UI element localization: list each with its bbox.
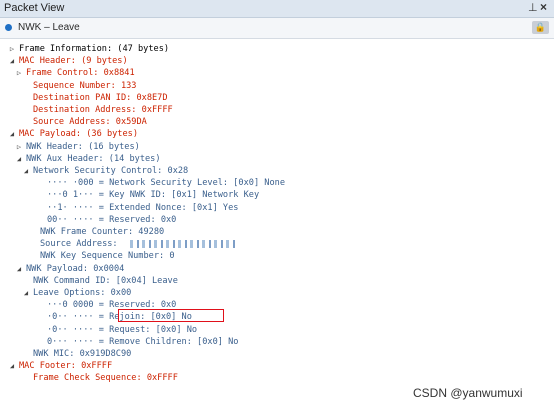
lock-icon[interactable]: 🔒	[532, 21, 549, 34]
tree-row-text: 00·· ···· = Reserved: 0x0	[47, 214, 177, 225]
collapse-arrow-icon[interactable]: ◢	[8, 360, 16, 372]
expand-arrow-icon[interactable]: ▷	[8, 43, 16, 55]
tree-row-text: NWK Frame Counter: 49280	[40, 227, 165, 237]
collapse-arrow-icon[interactable]: ◢	[22, 165, 30, 177]
tree-row-text: NWK Command ID: [0x04] Leave	[33, 275, 178, 286]
close-icon[interactable]: ×	[540, 0, 547, 14]
tree-row-text: Destination Address: 0xFFFF	[33, 105, 173, 115]
panel-title: Packet View	[4, 2, 65, 14]
tree-row-text: MAC Header: (9 bytes)	[19, 56, 128, 67]
tree-row-text: ·0·· ···· = Request: [0x0] No	[47, 324, 198, 335]
tree-row-text: Frame Information: (47 bytes)	[19, 44, 170, 54]
status-dot-icon	[5, 24, 12, 31]
tree-row-text: Source Address:	[40, 239, 123, 250]
collapse-arrow-icon[interactable]: ◢	[8, 128, 16, 140]
tree-row-text: NWK Header: (16 bytes)	[26, 141, 140, 152]
tree-row-text: ··1· ···· = Extended Nonce: [0x1] Yes	[47, 202, 239, 213]
tree-row-text: ···· ·000 = Network Security Level: [0x0…	[47, 178, 285, 189]
tree-row-text: MAC Footer: 0xFFFF	[19, 361, 113, 372]
tree-row-text: Sequence Number: 133	[33, 80, 137, 91]
watermark-text: CSDN @yanwumuxi	[413, 386, 523, 400]
expand-arrow-icon[interactable]: ▷	[15, 67, 23, 79]
tree-row-text: Frame Check Sequence: 0xFFFF	[33, 373, 178, 384]
tree-row-text: NWK MIC: 0x919D8C90	[33, 349, 132, 359]
tree-row-text: Destination PAN ID: 0x8E7D	[33, 92, 168, 103]
panel-titlebar: Packet View ⊥ ×	[0, 0, 554, 18]
packet-tab[interactable]: NWK – Leave 🔒	[0, 18, 554, 39]
expand-arrow-icon[interactable]: ▷	[15, 141, 23, 153]
tree-row-text: Network Security Control: 0x28	[33, 166, 189, 176]
redacted-address	[130, 240, 235, 249]
tree-row-text: ···0 1··· = Key NWK ID: [0x1] Network Ke…	[47, 190, 260, 201]
tab-label: NWK – Leave	[18, 22, 80, 33]
collapse-arrow-icon[interactable]: ◢	[15, 153, 23, 165]
rejoin-highlight-box	[118, 309, 224, 322]
tree-row-text: Frame Control: 0x8841	[26, 68, 135, 79]
pin-icon[interactable]: ⊥	[528, 1, 538, 14]
tree-row-text: NWK Aux Header: (14 bytes)	[26, 153, 161, 164]
tree-row-text: Source Address: 0x59DA	[33, 117, 147, 128]
collapse-arrow-icon[interactable]: ◢	[22, 287, 30, 299]
collapse-arrow-icon[interactable]: ◢	[15, 263, 23, 275]
tree-row-text: 0··· ···· = Remove Children: [0x0] No	[47, 336, 239, 347]
tree-row-text: NWK Payload: 0x0004	[26, 263, 125, 274]
tree-row-text: MAC Payload: (36 bytes)	[19, 129, 138, 140]
tree-row-text: Leave Options: 0x00	[33, 288, 132, 298]
collapse-arrow-icon[interactable]: ◢	[8, 55, 16, 67]
tree-row-text: NWK Key Sequence Number: 0	[40, 251, 175, 262]
